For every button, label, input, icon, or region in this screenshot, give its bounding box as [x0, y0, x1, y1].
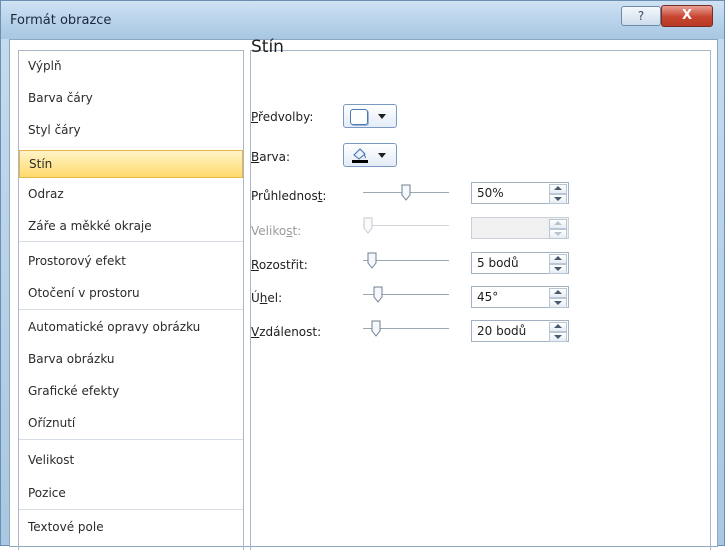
- category-separator: [19, 309, 243, 310]
- category-label: Barva obrázku: [28, 352, 115, 366]
- transparency-slider[interactable]: [363, 183, 449, 203]
- spin-up-button[interactable]: [549, 254, 567, 264]
- spin-down-button: [549, 229, 567, 239]
- help-icon: ?: [637, 9, 645, 23]
- color-label: Barva:: [251, 150, 291, 164]
- category-artistic-effects[interactable]: Grafické efekty: [19, 377, 243, 405]
- category-line-color[interactable]: Barva čáry: [19, 84, 243, 112]
- blur-spinbox[interactable]: 5 bodů: [471, 252, 569, 274]
- distance-slider[interactable]: [363, 319, 449, 339]
- category-size[interactable]: Velikost: [19, 446, 243, 474]
- slider-thumb[interactable]: [373, 286, 383, 303]
- shadow-preset-icon: [350, 109, 368, 125]
- spin-down-button[interactable]: [549, 194, 567, 204]
- help-button[interactable]: ?: [621, 6, 661, 26]
- category-line-style[interactable]: Styl čáry: [19, 116, 243, 144]
- category-separator: [19, 509, 243, 510]
- angle-label: Úhel:: [251, 291, 283, 305]
- slider-thumb: [363, 217, 373, 234]
- category-crop[interactable]: Oříznutí: [19, 409, 243, 437]
- category-picture-corrections[interactable]: Automatické opravy obrázku: [19, 313, 243, 341]
- category-3d-format[interactable]: Prostorový efekt: [19, 247, 243, 275]
- slider-track: [363, 225, 449, 226]
- category-picture-color[interactable]: Barva obrázku: [19, 345, 243, 373]
- category-label: Grafické efekty: [28, 384, 120, 398]
- format-shape-dialog: Formát obrazce ? X Výplň Barva čáry Styl…: [0, 0, 725, 550]
- chevron-down-icon: [378, 153, 386, 158]
- distance-spinbox[interactable]: 20 bodů: [471, 320, 569, 342]
- category-label: Záře a měkké okraje: [28, 219, 152, 233]
- slider-thumb[interactable]: [401, 184, 411, 201]
- distance-label: Vzdálenost:: [251, 325, 322, 339]
- spin-up-button[interactable]: [549, 184, 567, 194]
- category-label: Oříznutí: [28, 416, 76, 430]
- category-label: Otočení v prostoru: [28, 286, 140, 300]
- slider-thumb[interactable]: [371, 320, 381, 337]
- category-label: Velikost: [28, 453, 75, 467]
- angle-spinbox[interactable]: 45°: [471, 286, 569, 308]
- close-icon: X: [681, 8, 693, 23]
- size-label: Velikost:: [251, 224, 302, 238]
- transparency-value[interactable]: 50%: [477, 186, 504, 200]
- category-shadow[interactable]: Stín: [19, 150, 243, 178]
- size-slider: [363, 216, 449, 236]
- category-glow-soft-edges[interactable]: Záře a měkké okraje: [19, 212, 243, 240]
- spin-up-button[interactable]: [549, 288, 567, 298]
- category-reflection[interactable]: Odraz: [19, 180, 243, 208]
- category-fill[interactable]: Výplň: [19, 52, 243, 80]
- title-bar: Formát obrazce ? X: [1, 1, 724, 39]
- paint-bucket-icon: [352, 148, 368, 163]
- blur-value[interactable]: 5 bodů: [477, 256, 519, 270]
- spin-up-button[interactable]: [549, 322, 567, 332]
- slider-thumb[interactable]: [367, 252, 377, 269]
- blur-slider[interactable]: [363, 251, 449, 271]
- chevron-down-icon: [378, 114, 386, 119]
- spin-down-button[interactable]: [549, 332, 567, 342]
- blur-label: Rozostřit:: [251, 258, 308, 272]
- size-spinbox: [471, 217, 569, 239]
- window-title: Formát obrazce: [10, 13, 112, 28]
- category-label: Odraz: [28, 187, 64, 201]
- color-dropdown[interactable]: [343, 143, 397, 167]
- category-label: Výplň: [28, 59, 62, 73]
- panel-heading: Stín: [251, 37, 284, 57]
- angle-value[interactable]: 45°: [477, 290, 498, 304]
- category-label: Pozice: [28, 486, 66, 500]
- category-label: Prostorový efekt: [28, 254, 127, 268]
- category-label: Styl čáry: [28, 123, 81, 137]
- spin-up-button: [549, 219, 567, 229]
- angle-slider[interactable]: [363, 285, 449, 305]
- category-3d-rotation[interactable]: Otočení v prostoru: [19, 279, 243, 307]
- transparency-spinbox[interactable]: 50%: [471, 182, 569, 204]
- category-separator: [19, 241, 243, 242]
- category-label: Barva čáry: [28, 91, 93, 105]
- category-label: Textové pole: [28, 520, 104, 534]
- category-position[interactable]: Pozice: [19, 479, 243, 507]
- transparency-label: Průhlednost:: [251, 189, 327, 203]
- category-separator: [19, 439, 243, 440]
- category-list: Výplň Barva čáry Styl čáry Stín Odraz Zá…: [18, 50, 244, 550]
- presets-dropdown[interactable]: [343, 104, 397, 128]
- presets-label: Předvolby:: [251, 110, 314, 124]
- category-text-box[interactable]: Textové pole: [19, 513, 243, 541]
- distance-value[interactable]: 20 bodů: [477, 324, 526, 338]
- spin-down-button[interactable]: [549, 298, 567, 308]
- close-button[interactable]: X: [661, 5, 713, 27]
- spin-down-button[interactable]: [549, 264, 567, 274]
- category-label: Automatické opravy obrázku: [28, 320, 201, 334]
- category-label: Stín: [29, 157, 53, 171]
